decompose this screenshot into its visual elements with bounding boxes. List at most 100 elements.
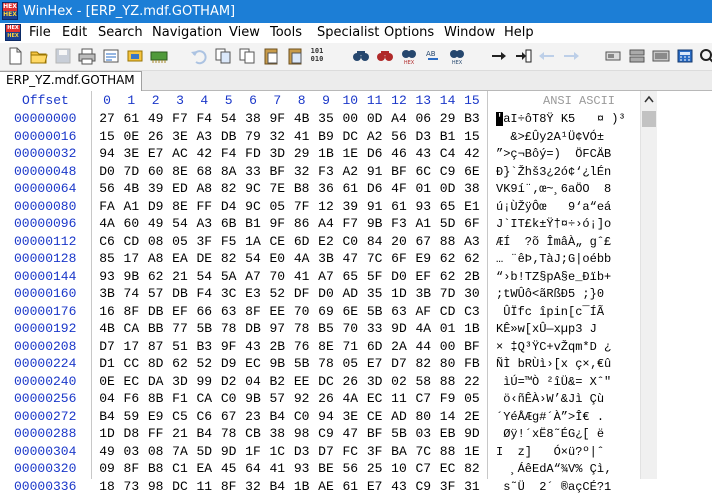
hex-byte[interactable]: C9 xyxy=(437,164,459,180)
menu-edit[interactable]: Edit xyxy=(62,25,87,41)
hex-byte[interactable]: 0D xyxy=(437,181,459,197)
hex-byte[interactable]: E1 xyxy=(461,199,483,215)
hex-byte[interactable]: FB xyxy=(461,356,483,372)
vertical-scrollbar[interactable] xyxy=(640,91,657,479)
hex-byte[interactable]: A8 xyxy=(193,181,215,197)
hex-byte[interactable]: 1E xyxy=(339,146,361,162)
hex-byte[interactable]: E0 xyxy=(266,251,288,267)
menu-help[interactable]: Help xyxy=(504,25,534,41)
hex-byte[interactable]: 08 xyxy=(145,234,167,250)
hex-byte[interactable]: 26 xyxy=(315,391,337,407)
hex-byte[interactable]: 38 xyxy=(266,426,288,442)
hex-byte[interactable]: 35 xyxy=(315,111,337,127)
hex-byte[interactable]: 66 xyxy=(193,304,215,320)
hex-byte[interactable]: CD xyxy=(120,234,142,250)
ansi-text[interactable]: ÛÏfc îpin[c¯ÍÃ xyxy=(496,304,626,320)
hex-byte[interactable]: 62 xyxy=(145,269,167,285)
hex-byte[interactable]: 63 xyxy=(388,304,410,320)
menu-specialist[interactable]: Specialist xyxy=(317,25,379,41)
hex-byte[interactable]: DC xyxy=(315,374,337,390)
hex-byte[interactable]: A2 xyxy=(364,129,386,145)
hex-byte[interactable]: 7D xyxy=(120,164,142,180)
menu-search[interactable]: Search xyxy=(98,25,143,41)
hex-byte[interactable]: BF xyxy=(364,426,386,442)
hex-byte[interactable]: 51 xyxy=(169,339,191,355)
hex-byte[interactable]: 58 xyxy=(412,374,434,390)
hex-byte[interactable]: AE xyxy=(315,479,337,495)
hex-byte[interactable]: BE xyxy=(315,461,337,477)
menu-view[interactable]: View xyxy=(229,25,260,41)
hex-byte[interactable]: 5B xyxy=(291,356,313,372)
hex-byte[interactable]: 94 xyxy=(315,409,337,425)
hex-byte[interactable]: 0D xyxy=(364,111,386,127)
hex-byte[interactable]: 38 xyxy=(461,181,483,197)
disk-tools-icon[interactable] xyxy=(604,47,622,65)
hex-byte[interactable]: 93 xyxy=(291,461,313,477)
hex-byte[interactable]: 6E xyxy=(339,304,361,320)
hex-byte[interactable]: EF xyxy=(169,304,191,320)
hex-byte[interactable]: 08 xyxy=(145,444,167,460)
hex-byte[interactable]: 33 xyxy=(242,164,264,180)
hex-byte[interactable]: 88 xyxy=(437,444,459,460)
hex-editor-view[interactable]: Offset 0 1 2 3 4 5 6 7 8 9 10 11 12 13 14 15 ANSI ASCII… xyxy=(0,91,712,494)
ansi-text[interactable]: &>£Ûy2A¹Ü¢VÓ± xyxy=(496,129,626,145)
hex-byte[interactable]: 12 xyxy=(315,199,337,215)
open-disk-icon[interactable] xyxy=(126,47,144,65)
hex-byte[interactable]: 68 xyxy=(193,164,215,180)
hex-byte[interactable]: D1 xyxy=(96,356,118,372)
menu-navigation[interactable]: Navigation xyxy=(152,25,222,41)
document-tab[interactable]: ERP_YZ.mdf.GOTHAM xyxy=(0,71,142,91)
hex-byte[interactable]: EC xyxy=(242,356,264,372)
hex-byte[interactable]: 71 xyxy=(339,339,361,355)
hex-byte[interactable]: F5 xyxy=(218,234,240,250)
hex-byte[interactable]: 3D xyxy=(169,374,191,390)
hex-byte[interactable]: 3B xyxy=(96,286,118,302)
hex-byte[interactable]: 57 xyxy=(266,391,288,407)
replace-hex-icon[interactable]: HEX xyxy=(448,47,466,65)
hex-byte[interactable]: 2E xyxy=(461,409,483,425)
ansi-text[interactable]: ;tWÛô<ãRßÐ­5 ;}0 xyxy=(496,286,626,302)
hex-byte[interactable]: 73 xyxy=(120,479,142,495)
document-system-menu-icon[interactable]: HEX HEX xyxy=(5,24,21,41)
hex-byte[interactable]: 30 xyxy=(461,286,483,302)
hex-byte[interactable]: CB xyxy=(242,426,264,442)
hex-byte[interactable]: E7 xyxy=(364,479,386,495)
hex-byte[interactable]: D8 xyxy=(120,426,142,442)
hex-byte[interactable]: 42 xyxy=(193,146,215,162)
hex-byte[interactable]: C5 xyxy=(169,409,191,425)
hex-byte[interactable]: B1 xyxy=(437,129,459,145)
hex-byte[interactable]: 70 xyxy=(339,321,361,337)
hex-byte[interactable]: 4A xyxy=(339,391,361,407)
hex-byte[interactable]: 93 xyxy=(96,269,118,285)
hex-byte[interactable]: 4A xyxy=(291,251,313,267)
hex-byte[interactable]: 31 xyxy=(461,479,483,495)
new-file-icon[interactable] xyxy=(6,47,24,65)
hex-byte[interactable]: 4B xyxy=(291,111,313,127)
hex-byte[interactable]: EC xyxy=(364,391,386,407)
open-ram-icon[interactable] xyxy=(150,47,168,65)
hex-byte[interactable]: 5F xyxy=(364,269,386,285)
hex-byte[interactable]: A3 xyxy=(193,216,215,232)
hex-byte[interactable]: 41 xyxy=(266,461,288,477)
hex-byte[interactable]: DB xyxy=(145,304,167,320)
hex-byte[interactable]: 26 xyxy=(339,374,361,390)
hex-byte[interactable]: 42 xyxy=(461,146,483,162)
hex-byte[interactable]: 6D xyxy=(291,234,313,250)
hex-byte[interactable]: 9B xyxy=(364,216,386,232)
hex-byte[interactable]: BB xyxy=(145,321,167,337)
hex-byte[interactable]: 1D xyxy=(388,286,410,302)
hex-byte[interactable]: 98 xyxy=(291,426,313,442)
hex-byte[interactable]: 46 xyxy=(388,146,410,162)
replace-text-icon[interactable]: HEX xyxy=(400,47,418,65)
hex-byte[interactable]: C7 xyxy=(412,461,434,477)
hex-byte[interactable]: 25 xyxy=(364,461,386,477)
hex-byte[interactable]: EA xyxy=(193,461,215,477)
hex-byte[interactable]: D4 xyxy=(218,199,240,215)
hex-byte[interactable]: EE xyxy=(266,304,288,320)
hex-byte[interactable]: 88 xyxy=(437,234,459,250)
hex-byte[interactable]: AD xyxy=(388,409,410,425)
more-tools-icon[interactable] xyxy=(698,47,712,65)
hex-byte[interactable]: 94 xyxy=(96,146,118,162)
hex-byte[interactable]: F3 xyxy=(315,164,337,180)
hex-byte[interactable]: 9D xyxy=(388,321,410,337)
